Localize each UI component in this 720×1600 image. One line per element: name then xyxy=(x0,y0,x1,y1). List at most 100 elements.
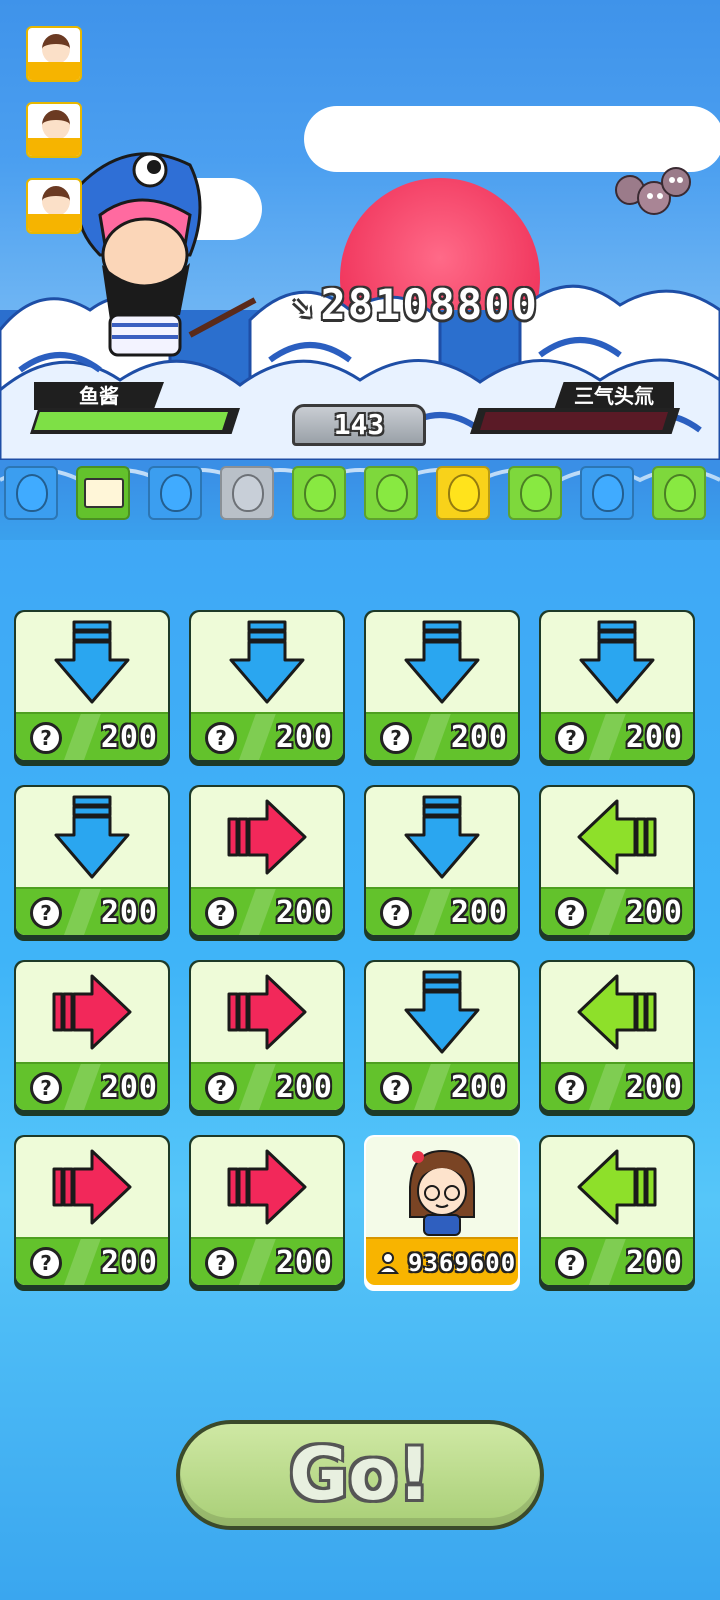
tile-face: ? 200 xyxy=(16,962,168,1110)
arrow-tile-down[interactable]: ? 200 xyxy=(364,960,520,1116)
slot-balloon[interactable] xyxy=(292,466,346,520)
round-counter: 143 xyxy=(292,404,426,446)
tile-cost-bar: ? 200 xyxy=(366,1062,518,1110)
tile-face: 9369600 xyxy=(366,1137,518,1285)
question-icon: ? xyxy=(205,1072,237,1104)
slash-decoration xyxy=(588,1239,626,1285)
slash-decoration xyxy=(413,1064,451,1110)
arrow-tile-right[interactable]: ? 200 xyxy=(14,1135,170,1291)
tile-cost: 200 xyxy=(100,1245,158,1280)
slot-balloon[interactable] xyxy=(364,466,418,520)
tile-cost-bar: ? 200 xyxy=(16,887,168,935)
avatar-face xyxy=(42,186,70,216)
tile-cost-bar: ? 200 xyxy=(191,712,343,760)
slash-decoration xyxy=(238,714,276,760)
tile-face: ? 200 xyxy=(366,612,518,760)
tile-cost-bar: ? 200 xyxy=(191,1062,343,1110)
balloon-icon xyxy=(376,474,408,512)
arrow-tile-left[interactable]: ? 200 xyxy=(539,785,695,941)
question-icon: ? xyxy=(205,722,237,754)
slash-decoration xyxy=(588,714,626,760)
tile-cost-bar: ? 200 xyxy=(366,887,518,935)
tile-cost-bar: ? 200 xyxy=(191,887,343,935)
enemy-virus-group xyxy=(615,167,691,215)
question-icon: ? xyxy=(380,722,412,754)
arrow-tile-left[interactable]: ? 200 xyxy=(539,960,695,1116)
tile-cost-bar: 9369600 xyxy=(366,1237,518,1285)
slot-balloon[interactable] xyxy=(4,466,58,520)
slot-balloon[interactable] xyxy=(148,466,202,520)
question-icon: ? xyxy=(555,897,587,929)
tile-cost: 200 xyxy=(100,895,158,930)
question-icon: ? xyxy=(380,897,412,929)
slash-decoration xyxy=(238,889,276,935)
slash-decoration xyxy=(63,1239,101,1285)
arrow-tile-right[interactable]: ? 200 xyxy=(189,960,345,1116)
item-slot-row xyxy=(4,466,720,522)
arrow-tile-down[interactable]: ? 200 xyxy=(364,610,520,766)
question-icon: ? xyxy=(205,1247,237,1279)
tile-cost: 200 xyxy=(625,1245,683,1280)
arrow-tile-right[interactable]: ? 200 xyxy=(14,960,170,1116)
tile-cost: 200 xyxy=(275,1070,333,1105)
tile-cost: 200 xyxy=(100,720,158,755)
tile-face: ? 200 xyxy=(541,612,693,760)
tile-cost: 200 xyxy=(275,895,333,930)
opponent-status: 三气头氚 xyxy=(470,382,680,440)
go-button[interactable]: Go! xyxy=(176,1420,544,1530)
arrow-tile-down[interactable]: ? 200 xyxy=(189,610,345,766)
player-avatar[interactable] xyxy=(26,26,82,82)
left-arrow-icon xyxy=(577,1149,657,1225)
arrow-tile-right[interactable]: ? 200 xyxy=(189,1135,345,1291)
slot-balloon[interactable] xyxy=(220,466,274,520)
arrow-tile-right[interactable]: ? 200 xyxy=(189,785,345,941)
left-arrow-icon xyxy=(577,974,657,1050)
tile-cost-bar: ? 200 xyxy=(16,1062,168,1110)
question-icon: ? xyxy=(555,1072,587,1104)
arrow-tile-left[interactable]: ? 200 xyxy=(539,1135,695,1291)
question-icon: ? xyxy=(380,1072,412,1104)
arrow-tile-down[interactable]: ? 200 xyxy=(14,785,170,941)
slot-card[interactable] xyxy=(76,466,130,520)
slot-balloon[interactable] xyxy=(508,466,562,520)
damage-score: ➘ 28108800 xyxy=(292,280,539,329)
player-avatar[interactable] xyxy=(26,102,82,158)
down-arrow-icon xyxy=(579,620,655,704)
tile-face: ? 200 xyxy=(191,787,343,935)
tile-cost: 9369600 xyxy=(408,1249,517,1277)
tile-cost-bar: ? 200 xyxy=(366,712,518,760)
tile-cost-bar: ? 200 xyxy=(541,887,693,935)
slash-decoration xyxy=(588,889,626,935)
balloon-icon xyxy=(592,474,624,512)
arrow-tile-down[interactable]: ? 200 xyxy=(364,785,520,941)
player-name: 鱼酱 xyxy=(34,382,164,410)
right-arrow-icon xyxy=(227,974,307,1050)
slash-decoration xyxy=(238,1064,276,1110)
person-icon xyxy=(376,1251,400,1275)
avatar-bar xyxy=(28,138,80,156)
slot-balloon[interactable] xyxy=(652,466,706,520)
question-icon: ? xyxy=(30,1247,62,1279)
tile-cost: 200 xyxy=(625,720,683,755)
tile-face: ? 200 xyxy=(191,1137,343,1285)
question-icon: ? xyxy=(30,722,62,754)
question-icon: ? xyxy=(30,897,62,929)
slot-balloon[interactable] xyxy=(436,466,490,520)
tile-cost: 200 xyxy=(275,1245,333,1280)
arrow-tile-down[interactable]: ? 200 xyxy=(14,610,170,766)
slot-balloon[interactable] xyxy=(580,466,634,520)
tile-cost-bar: ? 200 xyxy=(541,1062,693,1110)
tile-face: ? 200 xyxy=(366,962,518,1110)
question-icon: ? xyxy=(30,1072,62,1104)
score-value: 28108800 xyxy=(320,280,539,329)
cursor-arrow-icon: ➘ xyxy=(292,288,315,328)
arrow-tile-down[interactable]: ? 200 xyxy=(539,610,695,766)
player-status: 鱼酱 xyxy=(24,382,242,440)
special-character-tile[interactable]: 9369600 xyxy=(364,1135,520,1291)
right-arrow-icon xyxy=(227,799,307,875)
player-avatar[interactable] xyxy=(26,178,82,234)
opponent-name: 三气头氚 xyxy=(554,382,674,410)
battle-scene xyxy=(0,0,720,540)
right-arrow-icon xyxy=(52,1149,132,1225)
slash-decoration xyxy=(63,1064,101,1110)
